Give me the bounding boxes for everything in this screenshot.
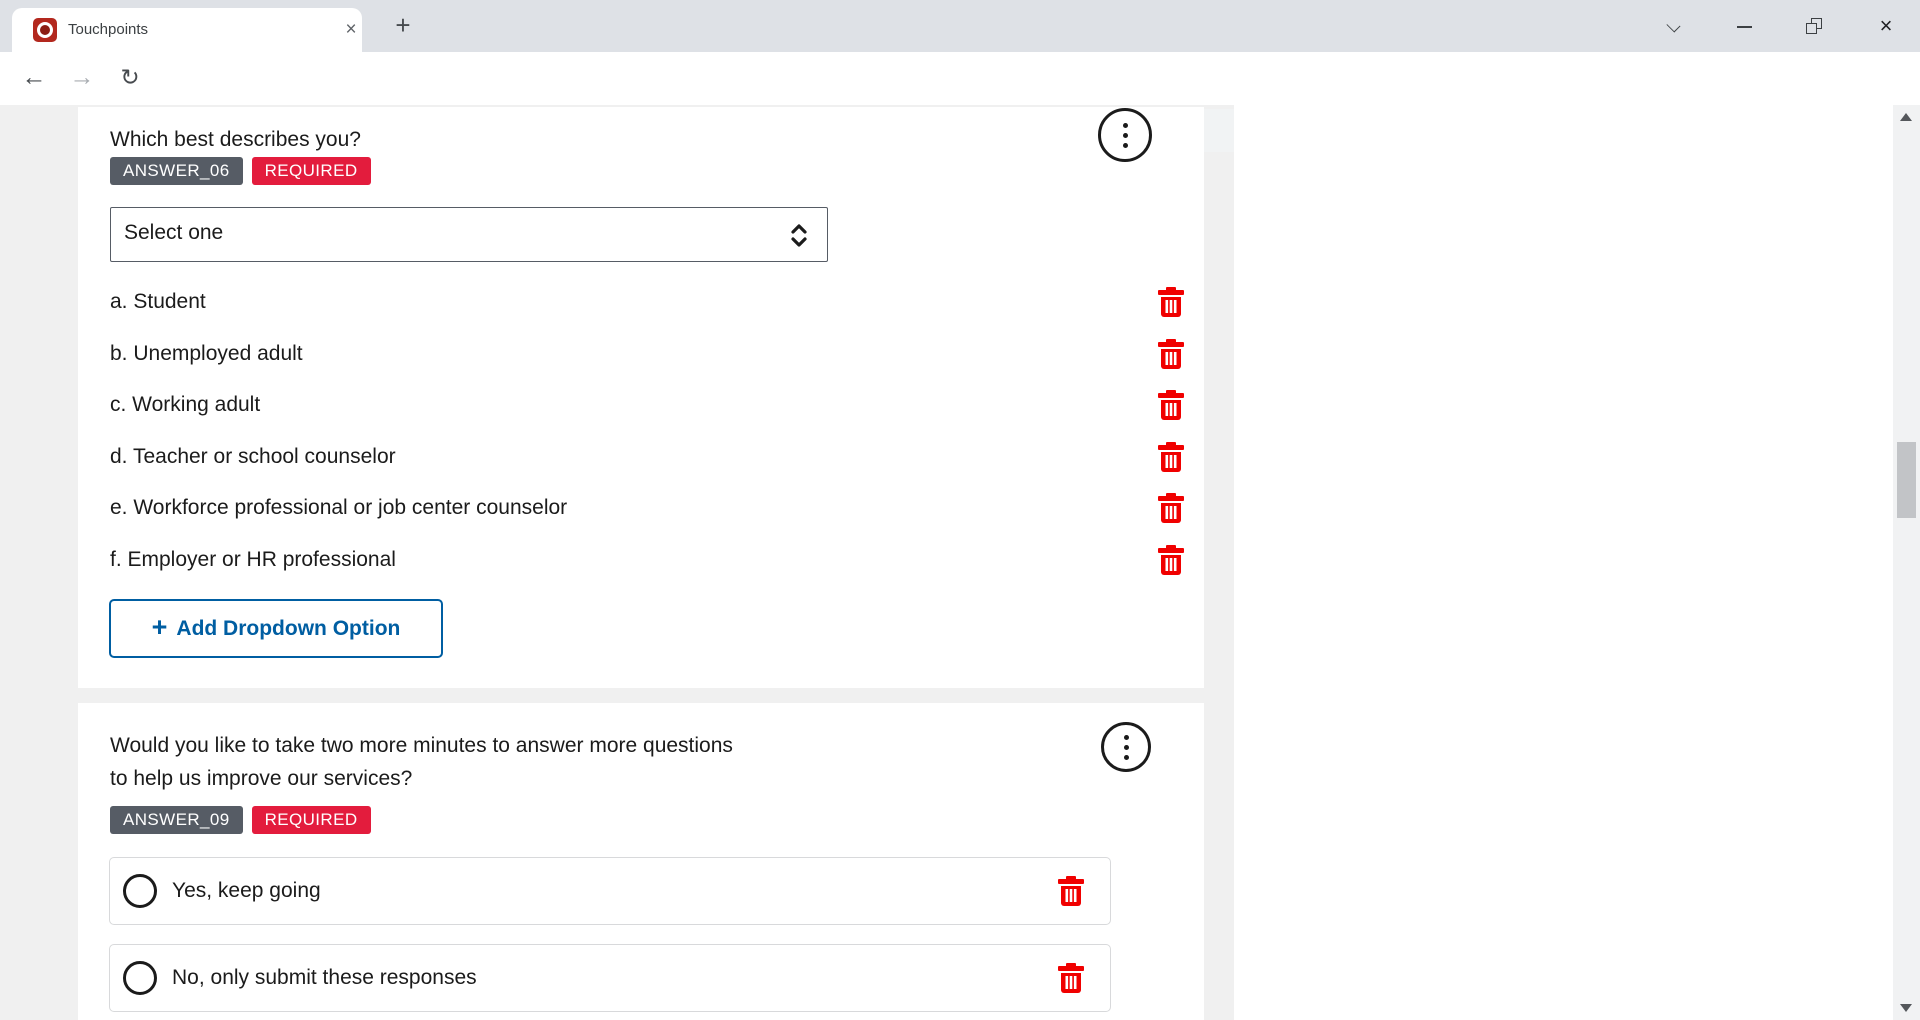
option-label: a. Student xyxy=(110,290,206,313)
browser-window: Touchpoints × + × ← → ↻ https://touchpoi… xyxy=(0,0,1920,1020)
delete-option-trash-icon[interactable] xyxy=(1058,963,1084,993)
dropdown-option-row: d. Teacher or school counselor xyxy=(110,431,1184,483)
scroll-down-arrow-icon[interactable] xyxy=(1900,1004,1912,1012)
required-badge: REQUIRED xyxy=(251,157,371,185)
dropdown-option-row: c. Working adult xyxy=(110,379,1184,431)
dropdown-option-row: f. Employer or HR professional xyxy=(110,534,1184,586)
tab-close-icon[interactable]: × xyxy=(338,17,364,43)
question-title-line2: to help us improve our services? xyxy=(110,767,413,790)
question-options-menu-button[interactable] xyxy=(1098,108,1152,162)
question-card-dropdown: Which best describes you? ANSWER_06 REQU… xyxy=(78,107,1204,688)
question-badges: ANSWER_09 REQUIRED xyxy=(110,806,371,834)
right-panel xyxy=(1234,105,1893,1020)
question-title-line1: Would you like to take two more minutes … xyxy=(110,734,733,757)
option-label: d. Teacher or school counselor xyxy=(110,445,396,468)
vertical-scrollbar[interactable] xyxy=(1893,105,1920,1020)
dropdown-option-row: e. Workforce professional or job center … xyxy=(110,482,1184,534)
radio-button[interactable] xyxy=(123,961,157,995)
window-restore-button[interactable] xyxy=(1806,18,1822,34)
radio-option-row: Yes, keep going xyxy=(109,857,1111,925)
option-label: e. Workforce professional or job center … xyxy=(110,496,568,519)
radio-button[interactable] xyxy=(123,874,157,908)
delete-option-trash-icon[interactable] xyxy=(1058,876,1084,906)
tab-title: Touchpoints xyxy=(68,21,149,38)
question-title: Which best describes you? xyxy=(110,128,361,151)
question-badges: ANSWER_06 REQUIRED xyxy=(110,157,371,185)
select-value: Select one xyxy=(124,221,224,244)
answer-id-badge: ANSWER_09 xyxy=(110,806,243,834)
delete-option-trash-icon[interactable] xyxy=(1158,287,1184,317)
option-label: c. Working adult xyxy=(110,393,261,416)
forward-button: → xyxy=(69,63,95,91)
plus-icon: + xyxy=(151,611,168,642)
radio-option-row: No, only submit these responses xyxy=(109,944,1111,1012)
back-button[interactable]: ← xyxy=(14,52,54,105)
dropdown-option-row: b. Unemployed adult xyxy=(110,328,1184,380)
dropdown-option-row: a. Student xyxy=(110,276,1184,328)
browser-tab[interactable]: Touchpoints × xyxy=(12,8,362,52)
scroll-up-arrow-icon[interactable] xyxy=(1900,113,1912,121)
question-options-menu-button[interactable] xyxy=(1101,722,1151,772)
add-dropdown-option-button[interactable]: + Add Dropdown Option xyxy=(109,599,443,658)
window-minimize-button[interactable] xyxy=(1737,26,1752,28)
delete-option-trash-icon[interactable] xyxy=(1158,442,1184,472)
question-title: Would you like to take two more minutes … xyxy=(110,729,733,795)
radio-option-label: No, only submit these responses xyxy=(172,966,477,989)
required-badge: REQUIRED xyxy=(251,806,371,834)
tab-search-chevron-icon[interactable] xyxy=(1666,18,1681,33)
select-chevrons-icon xyxy=(789,222,809,254)
title-bar: Touchpoints × + × xyxy=(0,0,1920,52)
delete-option-trash-icon[interactable] xyxy=(1158,390,1184,420)
dropdown-select[interactable]: Select one xyxy=(110,207,828,262)
reload-button[interactable]: ↻ xyxy=(110,52,150,105)
option-label: f. Employer or HR professional xyxy=(110,548,396,571)
scrollbar-thumb[interactable] xyxy=(1897,442,1916,518)
delete-option-trash-icon[interactable] xyxy=(1158,545,1184,575)
radio-option-label: Yes, keep going xyxy=(172,879,321,902)
delete-option-trash-icon[interactable] xyxy=(1158,493,1184,523)
answer-id-badge: ANSWER_06 xyxy=(110,157,243,185)
touchpoints-favicon-icon xyxy=(33,18,57,42)
browser-toolbar: ← → ↻ https://touchpoints.app.cloud.gov/… xyxy=(0,52,1920,152)
window-close-button[interactable]: × xyxy=(1872,12,1900,40)
question-card-radio: Would you like to take two more minutes … xyxy=(78,703,1204,1020)
option-label: b. Unemployed adult xyxy=(110,342,303,365)
delete-option-trash-icon[interactable] xyxy=(1158,339,1184,369)
new-tab-button[interactable]: + xyxy=(388,11,418,41)
